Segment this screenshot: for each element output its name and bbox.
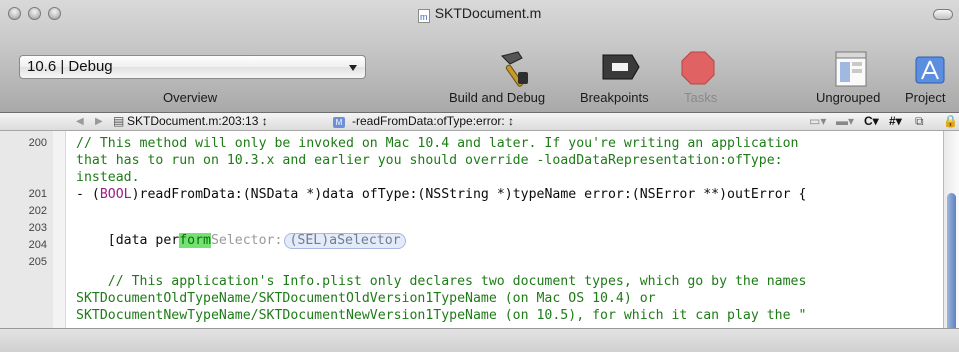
project-app-icon[interactable] [914, 55, 948, 85]
tasks-button-label[interactable]: Tasks [684, 90, 717, 105]
breakpoints-button-label[interactable]: Breakpoints [580, 90, 649, 105]
ungrouped-button-label[interactable]: Ungrouped [816, 90, 880, 105]
line-number: 201 [28, 188, 47, 200]
overview-popup-value: 10.6 | Debug [27, 58, 113, 75]
code-line: that has to run on 10.3.x and earlier yo… [76, 153, 783, 168]
window-title-bar: m SKTDocument.m [0, 3, 959, 23]
code-line-completion: [data performSelector: (SEL)aSelector [76, 232, 406, 249]
breakpoints-icon[interactable] [600, 52, 642, 82]
window-toolbar: m SKTDocument.m 10.6 | Debug Overview Bui… [0, 0, 959, 113]
code-line: instead. [76, 170, 140, 185]
objc-file-icon: m [417, 9, 430, 23]
bookmarks-icon[interactable]: ▭▾ [809, 113, 826, 130]
ungrouped-icon[interactable] [834, 48, 870, 88]
line-number: 200 [28, 137, 47, 149]
class-hierarchy-button[interactable]: C▾ [864, 113, 879, 130]
build-and-debug-icon[interactable] [492, 50, 532, 90]
code-line: - (BOOL)readFromData:(NSData *)data ofTy… [76, 187, 807, 202]
lock-icon[interactable]: 🔒 [943, 113, 958, 130]
forward-arrow-icon[interactable]: ▶ [95, 113, 103, 130]
project-button-label[interactable]: Project [905, 90, 945, 105]
file-position-popup[interactable]: SKTDocument.m:203:13 ↕ [127, 113, 268, 130]
line-number: 203 [28, 222, 47, 234]
build-and-debug-button-label[interactable]: Build and Debug [449, 90, 545, 105]
code-line: // This method will only be invoked on M… [76, 136, 799, 151]
code-line: SKTDocumentNewTypeName/SKTDocumentNewVer… [76, 308, 807, 323]
line-number: 202 [28, 205, 47, 217]
overview-popup[interactable]: 10.6 | Debug [19, 55, 366, 79]
vertical-scrollbar[interactable] [943, 131, 959, 343]
method-popup[interactable]: -readFromData:ofType:error: ↕ [352, 113, 514, 130]
xcode-window: m SKTDocument.m 10.6 | Debug Overview Bui… [0, 0, 959, 352]
back-arrow-icon[interactable]: ◀ [76, 113, 84, 130]
line-number: 205 [28, 256, 47, 268]
method-badge-icon: M [333, 113, 345, 130]
toolbar-toggle-button[interactable] [933, 9, 953, 20]
file-type-icon: ▤ [113, 114, 125, 128]
argument-placeholder-token[interactable]: (SEL)aSelector [284, 233, 406, 249]
status-bar [0, 328, 959, 352]
window-title: SKTDocument.m [434, 5, 542, 21]
completion-suggestion: Selector: [210, 233, 283, 248]
breakpoints-menu-icon[interactable]: ▬▾ [836, 113, 854, 130]
source-editor[interactable]: // This method will only be invoked on M… [66, 131, 943, 328]
counterpart-icon[interactable]: ⧉ [915, 113, 924, 130]
code-folding-ribbon[interactable] [53, 131, 66, 328]
navigation-bar: ◀ ▶ ▤ SKTDocument.m:203:13 ↕ M -readFrom… [0, 113, 959, 131]
chevron-down-icon [349, 65, 357, 71]
completion-match-highlight: form [179, 233, 211, 248]
includes-button[interactable]: #▾ [889, 113, 902, 130]
line-number-gutter: 200 201 202 203 204 205 [0, 131, 54, 328]
code-line: SKTDocumentOldTypeName/SKTDocumentOldVer… [76, 291, 656, 306]
overview-label: Overview [163, 90, 218, 105]
stop-tasks-icon[interactable] [680, 50, 716, 86]
code-line: // This application's Info.plist only de… [76, 274, 807, 289]
scrollbar-thumb[interactable] [947, 193, 956, 343]
line-number: 204 [28, 239, 47, 251]
